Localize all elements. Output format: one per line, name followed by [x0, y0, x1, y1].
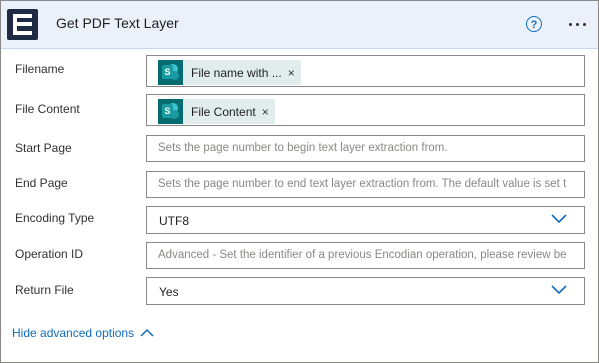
- end-page-input[interactable]: Sets the page number to end text layer e…: [146, 171, 585, 198]
- filename-token-label: File name with ...: [191, 65, 282, 80]
- chevron-down-icon[interactable]: [551, 285, 567, 295]
- sharepoint-icon: S: [158, 60, 183, 85]
- sharepoint-icon: S: [158, 99, 183, 124]
- file-content-field[interactable]: S File Content ×: [146, 94, 585, 126]
- filename-label: Filename: [15, 62, 65, 76]
- end-page-label: End Page: [15, 176, 68, 190]
- chevron-up-icon[interactable]: [140, 328, 154, 337]
- start-page-input[interactable]: Sets the page number to begin text layer…: [146, 135, 585, 162]
- operation-id-input[interactable]: Advanced - Set the identifier of a previ…: [146, 242, 585, 269]
- chevron-down-icon[interactable]: [551, 214, 567, 224]
- hide-advanced-options-link[interactable]: Hide advanced options: [12, 326, 134, 340]
- file-content-token[interactable]: S File Content ×: [158, 99, 275, 124]
- action-header[interactable]: Get PDF Text Layer ?: [1, 1, 598, 49]
- start-page-placeholder: Sets the page number to begin text layer…: [158, 142, 448, 154]
- return-file-dropdown[interactable]: Yes: [146, 277, 585, 305]
- start-page-label: Start Page: [15, 141, 72, 155]
- file-content-token-label: File Content: [191, 104, 256, 119]
- remove-token-icon[interactable]: ×: [262, 105, 275, 119]
- filename-field[interactable]: S File name with ... ×: [146, 55, 585, 87]
- encoding-type-value: UTF8: [159, 214, 189, 228]
- end-page-placeholder: Sets the page number to end text layer e…: [158, 178, 567, 190]
- return-file-value: Yes: [159, 285, 179, 299]
- file-content-label: File Content: [15, 102, 80, 116]
- action-card: Get PDF Text Layer ? Filename S File nam…: [0, 0, 599, 363]
- action-title: Get PDF Text Layer: [56, 15, 179, 31]
- help-icon[interactable]: ?: [526, 16, 542, 32]
- encodian-logo-icon: [7, 9, 38, 40]
- remove-token-icon[interactable]: ×: [288, 66, 301, 80]
- encoding-type-dropdown[interactable]: UTF8: [146, 206, 585, 234]
- operation-id-label: Operation ID: [15, 247, 84, 261]
- return-file-label: Return File: [15, 283, 74, 297]
- more-options-icon[interactable]: [564, 15, 592, 33]
- operation-id-placeholder: Advanced - Set the identifier of a previ…: [158, 249, 567, 261]
- encoding-type-label: Encoding Type: [15, 211, 95, 225]
- filename-token[interactable]: S File name with ... ×: [158, 60, 301, 85]
